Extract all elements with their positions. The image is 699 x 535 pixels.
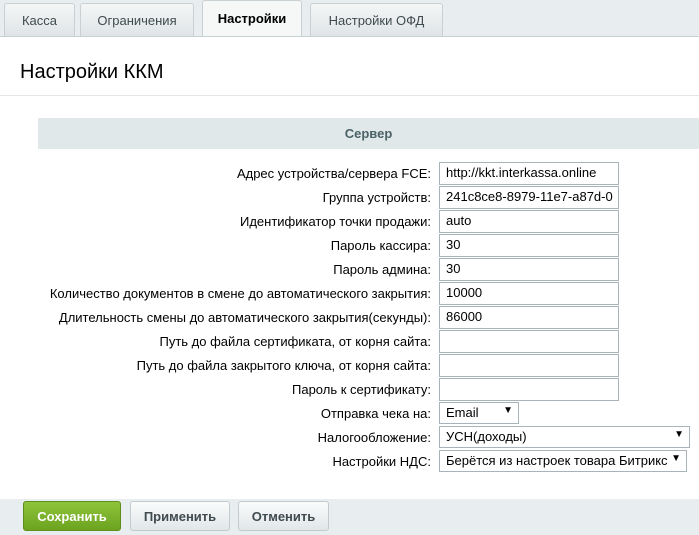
form-row-admin-password: Пароль админа: 30 <box>0 258 699 282</box>
certificate-path-input[interactable] <box>439 330 619 353</box>
section-header-server: Сервер <box>38 118 699 149</box>
form-row-cashier-password: Пароль кассира: 30 <box>0 234 699 258</box>
field-label: Пароль админа: <box>333 262 431 277</box>
select-value: УСН(доходы) <box>446 429 527 444</box>
docs-per-shift-input[interactable]: 10000 <box>439 282 619 305</box>
tab-ofd-settings[interactable]: Настройки ОФД <box>310 3 443 36</box>
field-label: Группа устройств: <box>322 190 431 205</box>
chevron-down-icon: ▼ <box>671 453 681 464</box>
field-label: Пароль кассира: <box>330 238 431 253</box>
taxation-select[interactable]: УСН(доходы) ▼ <box>439 426 690 448</box>
field-label: Отправка чека на: <box>320 406 431 421</box>
tab-kassa[interactable]: Касса <box>4 3 75 36</box>
apply-button[interactable]: Применить <box>130 501 230 531</box>
certificate-password-input[interactable] <box>439 378 619 401</box>
select-value: Берётся из настроек товара Битрикс <box>446 453 668 468</box>
cancel-button[interactable]: Отменить <box>238 501 329 531</box>
form-row-docs-count: Количество документов в смене до автомат… <box>0 282 699 306</box>
field-label: Длительность смены до автоматического за… <box>58 310 431 325</box>
field-label: Путь до файла сертификата, от корня сайт… <box>159 334 431 349</box>
shift-duration-input[interactable]: 86000 <box>439 306 619 329</box>
title-divider <box>0 95 699 96</box>
vat-settings-select[interactable]: Берётся из настроек товара Битрикс ▼ <box>439 450 687 472</box>
settings-form: Адрес устройства/сервера FCE: http://kkt… <box>0 162 699 474</box>
chevron-down-icon: ▼ <box>503 405 513 416</box>
private-key-path-input[interactable] <box>439 354 619 377</box>
send-receipt-select[interactable]: Email ▼ <box>439 402 519 424</box>
form-row-key-path: Путь до файла закрытого ключа, от корня … <box>0 354 699 378</box>
form-row-vat-settings: Настройки НДС: Берётся из настроек товар… <box>0 450 699 474</box>
button-bar: Сохранить Применить Отменить <box>0 499 699 535</box>
save-button[interactable]: Сохранить <box>23 501 121 531</box>
field-label: Адрес устройства/сервера FCE: <box>236 166 431 181</box>
form-row-send-receipt: Отправка чека на: Email ▼ <box>0 402 699 426</box>
field-label: Путь до файла закрытого ключа, от корня … <box>136 358 431 373</box>
form-row-device-group: Группа устройств: 241c8ce8-8979-11e7-a87… <box>0 186 699 210</box>
form-row-taxation: Налогообложение: УСН(доходы) ▼ <box>0 426 699 450</box>
page-title: Настройки ККМ <box>20 61 164 83</box>
field-label: Налогообложение: <box>317 430 431 445</box>
form-row-point-id: Идентификатор точки продажи: auto <box>0 210 699 234</box>
field-label: Пароль к сертификату: <box>292 382 431 397</box>
select-value: Email <box>446 405 479 420</box>
device-group-input[interactable]: 241c8ce8-8979-11e7-a87d-0 <box>439 186 619 209</box>
form-row-server-address: Адрес устройства/сервера FCE: http://kkt… <box>0 162 699 186</box>
field-label: Идентификатор точки продажи: <box>240 214 431 229</box>
tab-limits[interactable]: Ограничения <box>80 3 194 36</box>
cashier-password-input[interactable]: 30 <box>439 234 619 257</box>
form-row-shift-duration: Длительность смены до автоматического за… <box>0 306 699 330</box>
form-row-cert-password: Пароль к сертификату: <box>0 378 699 402</box>
field-label: Настройки НДС: <box>332 454 431 469</box>
tab-settings[interactable]: Настройки <box>202 0 302 36</box>
admin-password-input[interactable]: 30 <box>439 258 619 281</box>
field-label: Количество документов в смене до автомат… <box>49 286 431 301</box>
server-address-input[interactable]: http://kkt.interkassa.online <box>439 162 619 185</box>
chevron-down-icon: ▼ <box>674 429 684 440</box>
point-of-sale-id-input[interactable]: auto <box>439 210 619 233</box>
settings-panel: Настройки ККМ Сервер Адрес устройства/се… <box>0 36 699 499</box>
tab-bar: Касса Ограничения Настройки Настройки ОФ… <box>0 0 699 36</box>
form-row-cert-path: Путь до файла сертификата, от корня сайт… <box>0 330 699 354</box>
